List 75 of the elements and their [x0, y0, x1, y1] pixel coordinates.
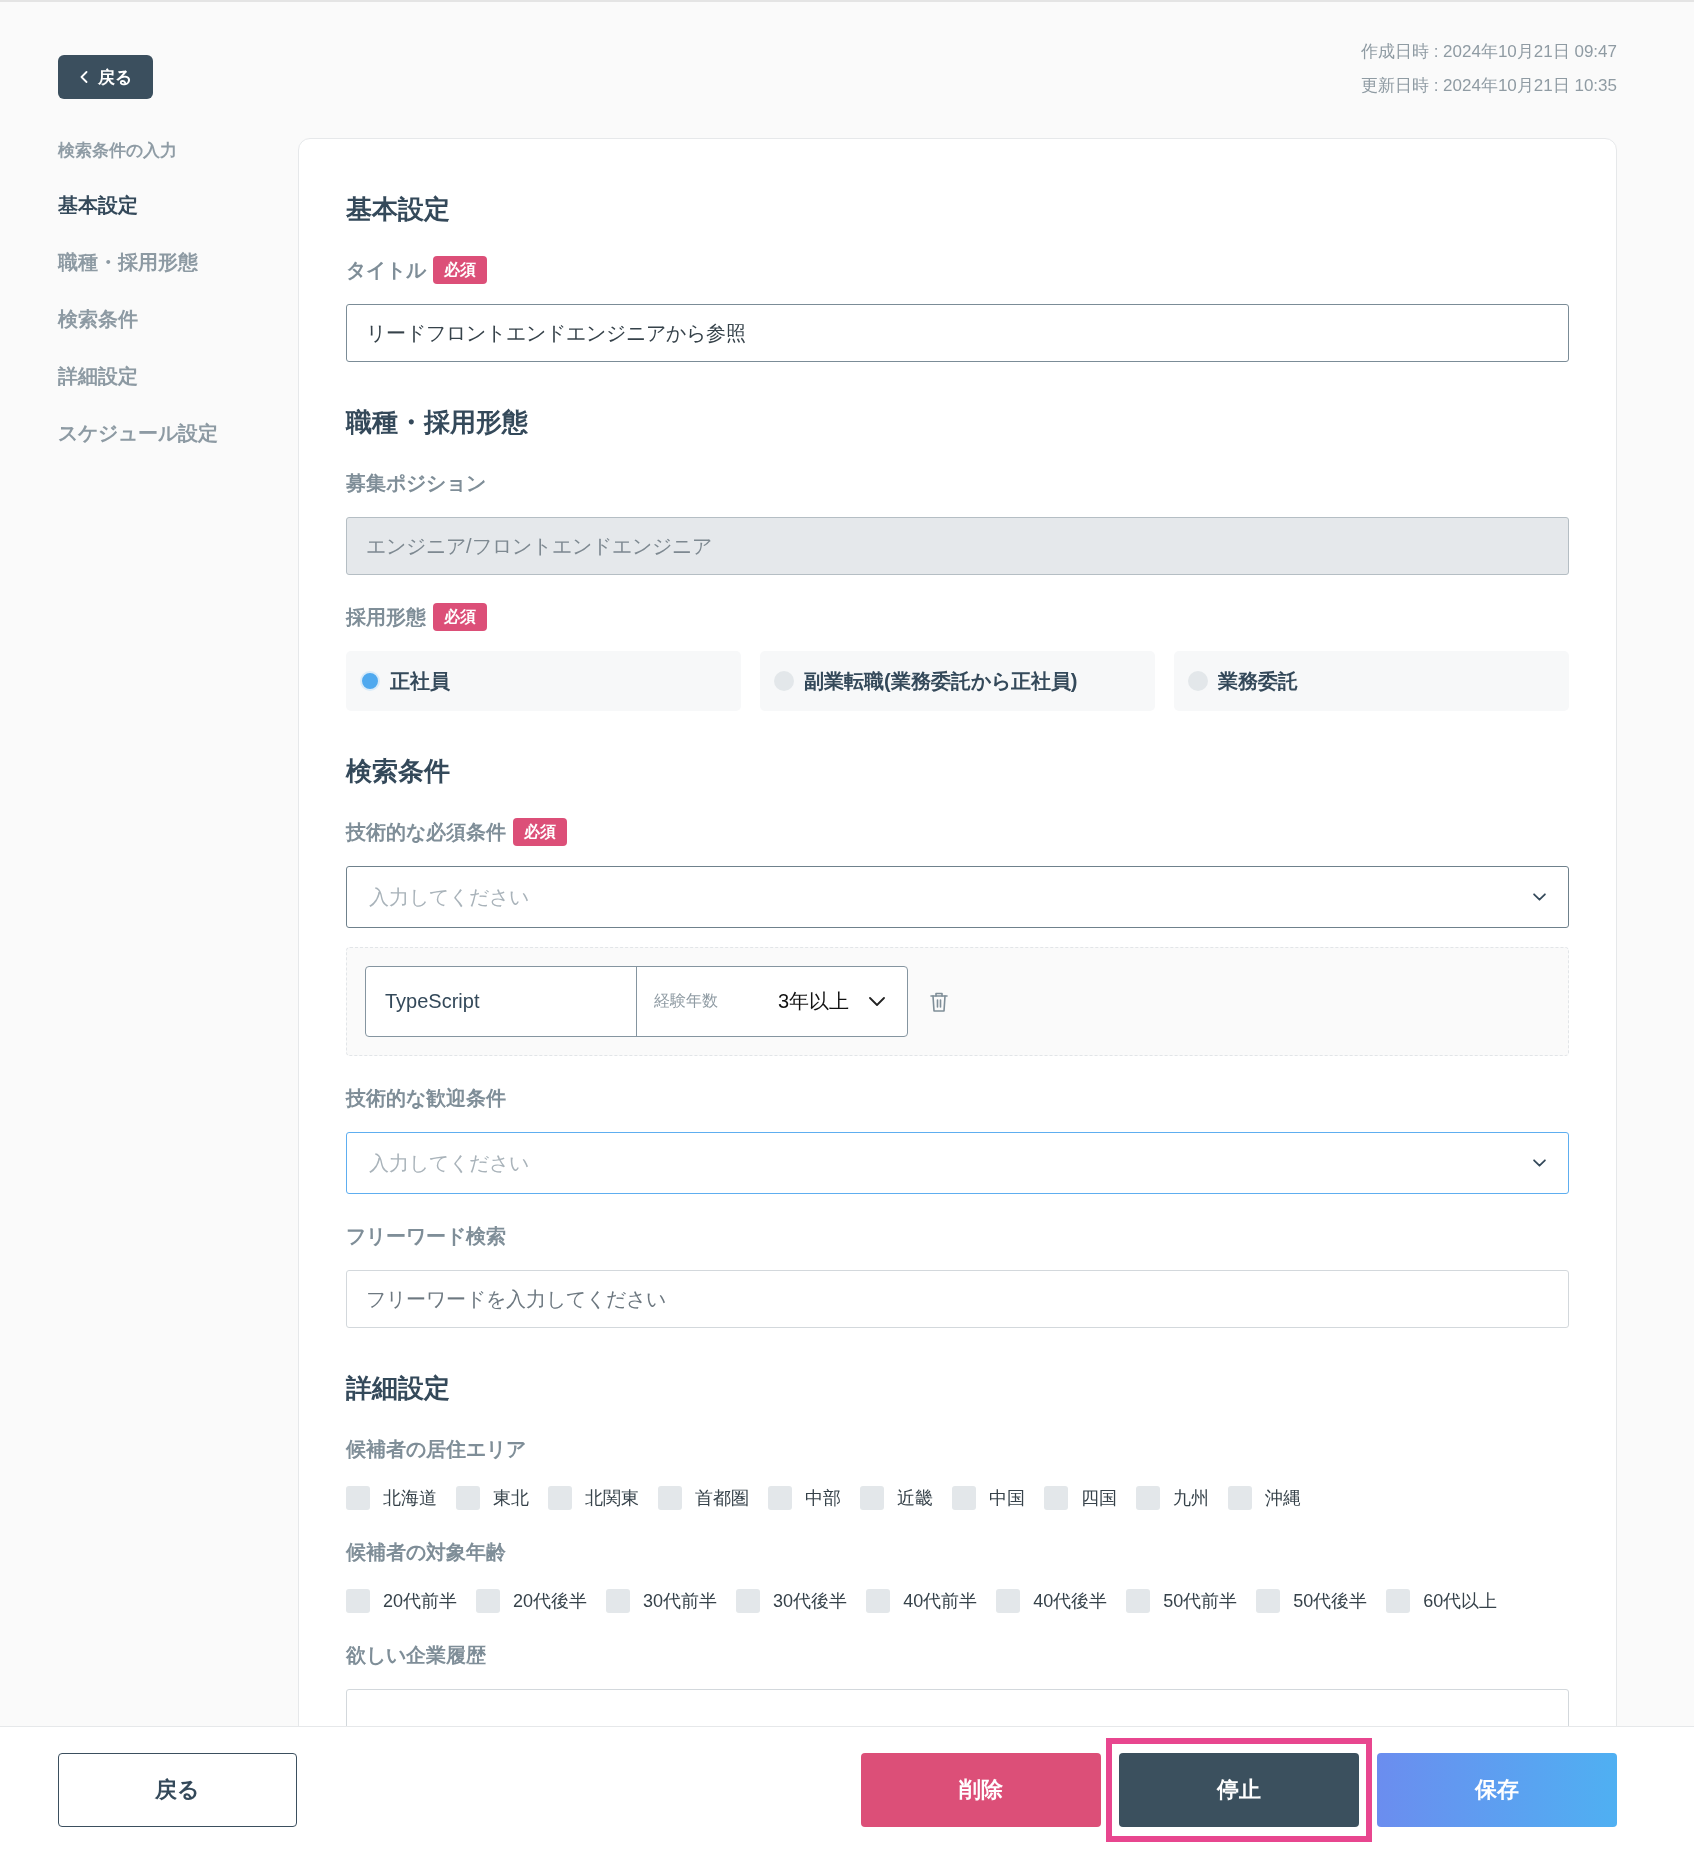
experience-select[interactable]: 3年以上: [777, 988, 885, 1015]
section-heading: 詳細設定: [346, 1372, 451, 1405]
checkbox-label: 50代後半: [1293, 1590, 1368, 1613]
radio-option[interactable]: 副業転職(業務委託から正社員): [760, 651, 1155, 711]
checkbox-label: 首都圏: [695, 1487, 749, 1510]
checkbox[interactable]: [346, 1486, 370, 1510]
chevron-down-icon: [1533, 1159, 1546, 1167]
checkbox[interactable]: [866, 1589, 891, 1613]
required-badge: 必須: [433, 256, 487, 284]
back-button[interactable]: 戻る: [58, 1752, 297, 1827]
chevron-down-icon: [869, 997, 885, 1006]
field-label: 技術的な歓迎条件: [346, 1085, 506, 1111]
experience-label: 経験年数: [654, 991, 718, 1011]
timestamp: 更新日時 : 2024年10月21日 10:35: [1360, 75, 1617, 97]
checkbox-label: 九州: [1173, 1487, 1209, 1510]
checkbox-label: 60代以上: [1423, 1590, 1498, 1613]
skill-name: TypeScript: [384, 989, 481, 1014]
checkbox-label: 30代前半: [643, 1590, 718, 1613]
field-label: 欲しい企業履歴: [346, 1642, 486, 1668]
checkbox-label: 40代後半: [1033, 1590, 1108, 1613]
checkbox[interactable]: [476, 1589, 501, 1613]
checkbox[interactable]: [1228, 1486, 1252, 1510]
section-heading: 基本設定: [346, 193, 451, 226]
checkbox[interactable]: [658, 1486, 682, 1510]
timestamp: 作成日時 : 2024年10月21日 09:47: [1360, 41, 1617, 63]
checkbox[interactable]: [346, 1589, 370, 1613]
text-field[interactable]: フリーワードを入力してください: [346, 1270, 1569, 1328]
section-heading: 職種・採用形態: [346, 406, 529, 439]
checkbox-label: 50代前半: [1163, 1590, 1238, 1613]
trash-icon[interactable]: [930, 991, 948, 1012]
checkbox-label: 東北: [493, 1487, 529, 1510]
text-field[interactable]: リードフロントエンドエンジニアから参照: [346, 304, 1569, 362]
field-label: 募集ポジション: [346, 470, 486, 496]
checkbox[interactable]: [1256, 1589, 1281, 1613]
field-label: 採用形態: [346, 604, 426, 630]
checkbox[interactable]: [606, 1589, 631, 1613]
checkbox-label: 中部: [805, 1487, 841, 1510]
radio-option[interactable]: 正社員: [346, 651, 741, 711]
checkbox-label: 40代前半: [903, 1590, 978, 1613]
field-label: 候補者の居住エリア: [346, 1436, 526, 1462]
field-label: フリーワード検索: [346, 1223, 506, 1249]
checkbox[interactable]: [1044, 1486, 1068, 1510]
checkbox-label: 30代後半: [773, 1590, 848, 1613]
radio-option[interactable]: 業務委託: [1174, 651, 1569, 711]
chevron-left-icon: [79, 71, 88, 83]
checkbox-label: 北海道: [383, 1487, 437, 1510]
sidebar-item[interactable]: 基本設定: [58, 192, 298, 218]
required-badge: 必須: [433, 603, 487, 631]
checkbox[interactable]: [1136, 1486, 1160, 1510]
checkbox[interactable]: [736, 1589, 761, 1613]
field-label: タイトル: [346, 257, 426, 283]
field-label: 候補者の対象年齢: [346, 1539, 506, 1565]
checkbox-label: 近畿: [897, 1487, 933, 1510]
checkbox-label: 中国: [989, 1487, 1025, 1510]
checkbox[interactable]: [1386, 1589, 1411, 1613]
checkbox[interactable]: [860, 1486, 884, 1510]
checkbox[interactable]: [456, 1486, 480, 1510]
checkbox[interactable]: [952, 1486, 976, 1510]
sidebar-title: 検索条件の入力: [58, 140, 178, 162]
field-label: 技術的な必須条件: [346, 819, 506, 845]
checkbox-label: 20代前半: [383, 1590, 458, 1613]
checkbox[interactable]: [1126, 1589, 1151, 1613]
required-badge: 必須: [513, 818, 567, 846]
checkbox-label: 四国: [1081, 1487, 1117, 1510]
stop-button[interactable]: 停止: [1119, 1752, 1359, 1827]
checkbox[interactable]: [996, 1589, 1021, 1613]
checkbox-label: 北関東: [585, 1487, 639, 1510]
section-heading: 検索条件: [346, 755, 451, 788]
delete-button[interactable]: 削除: [861, 1752, 1101, 1827]
checkbox[interactable]: [768, 1486, 792, 1510]
checkbox-label: 20代後半: [513, 1590, 588, 1613]
checkbox[interactable]: [548, 1486, 572, 1510]
chevron-down-icon: [1533, 893, 1546, 901]
checkbox-label: 沖縄: [1265, 1487, 1301, 1510]
back-button[interactable]: 戻る: [58, 55, 153, 99]
